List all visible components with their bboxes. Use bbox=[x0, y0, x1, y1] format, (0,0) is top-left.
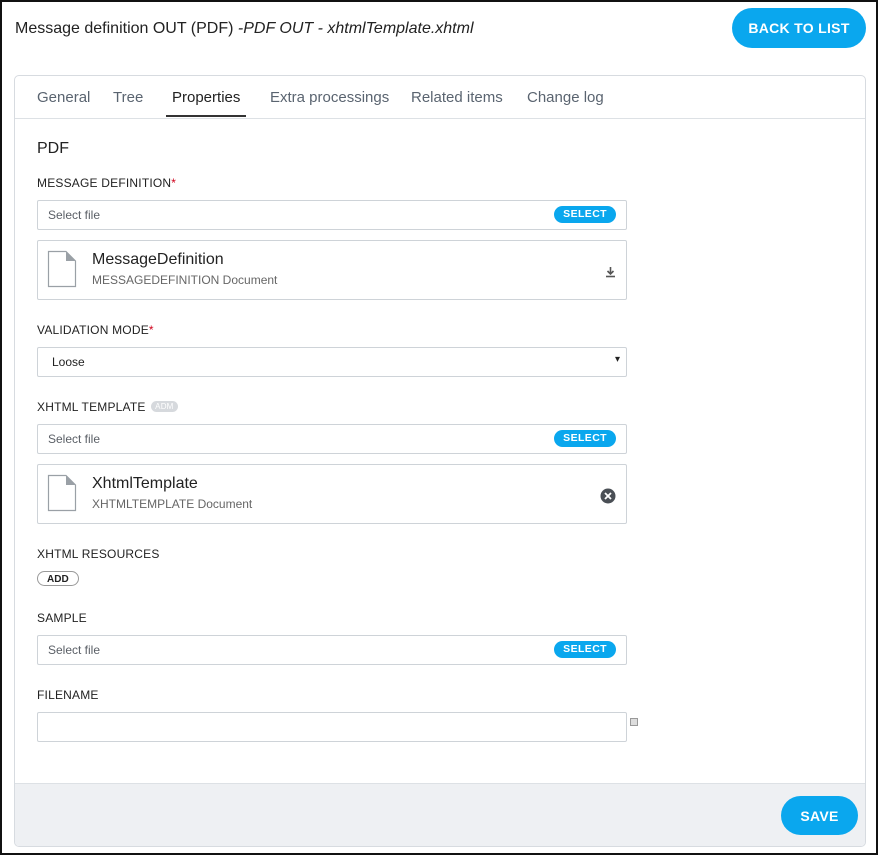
document-icon bbox=[47, 250, 77, 293]
remove-icon[interactable] bbox=[600, 488, 616, 509]
save-button[interactable]: SAVE bbox=[781, 796, 858, 835]
xhtml-resources-label: XHTML RESOURCES bbox=[37, 547, 160, 561]
message-definition-file-card: MessageDefinition MESSAGEDEFINITION Docu… bbox=[37, 240, 627, 300]
add-resource-button[interactable]: ADD bbox=[37, 571, 79, 586]
validation-mode-select[interactable]: Loose ▾ bbox=[37, 347, 627, 377]
xhtml-template-label: XHTML TEMPLATE ADM bbox=[37, 400, 178, 414]
file-name: XhtmlTemplate bbox=[92, 475, 198, 492]
adm-badge: ADM bbox=[151, 401, 178, 412]
back-to-list-button[interactable]: BACK TO LIST bbox=[732, 8, 866, 48]
active-tab-indicator bbox=[166, 115, 246, 117]
file-name: MessageDefinition bbox=[92, 251, 224, 268]
message-definition-label: MESSAGE DEFINITION* bbox=[37, 176, 177, 190]
sample-file-input[interactable]: Select file SELECT bbox=[37, 635, 627, 665]
sample-label: SAMPLE bbox=[37, 611, 87, 625]
file-input-placeholder: Select file bbox=[48, 432, 101, 446]
chevron-down-icon: ▾ bbox=[614, 354, 620, 365]
message-definition-select-button[interactable]: SELECT bbox=[554, 206, 616, 223]
xhtml-template-file-card: XhtmlTemplate XHTMLTEMPLATE Document bbox=[37, 464, 627, 524]
message-definition-file-input[interactable]: Select file SELECT bbox=[37, 200, 627, 230]
tab-properties[interactable]: Properties bbox=[172, 89, 240, 106]
required-mark: * bbox=[171, 176, 177, 190]
file-input-placeholder: Select file bbox=[48, 208, 101, 222]
filename-label: FILENAME bbox=[37, 688, 99, 702]
section-title: PDF bbox=[37, 140, 69, 157]
xhtml-template-select-button[interactable]: SELECT bbox=[554, 430, 616, 447]
filename-input[interactable] bbox=[37, 712, 627, 742]
tab-related-items[interactable]: Related items bbox=[411, 89, 503, 106]
field-helper-icon[interactable] bbox=[630, 718, 638, 726]
tab-extra-processings[interactable]: Extra processings bbox=[270, 89, 389, 106]
page-header: Message definition OUT (PDF) -PDF OUT - … bbox=[2, 2, 876, 64]
tab-bar: General Tree Properties Extra processing… bbox=[15, 76, 865, 119]
tab-change-log[interactable]: Change log bbox=[527, 89, 604, 106]
download-icon[interactable] bbox=[605, 265, 616, 283]
page-title-subtitle: -PDF OUT - xhtmlTemplate.xhtml bbox=[237, 20, 474, 37]
sample-select-button[interactable]: SELECT bbox=[554, 641, 616, 658]
form-footer: SAVE bbox=[15, 783, 865, 846]
tab-tree[interactable]: Tree bbox=[113, 89, 143, 106]
page-title: Message definition OUT (PDF) -PDF OUT - … bbox=[15, 20, 474, 38]
file-type: XHTMLTEMPLATE Document bbox=[92, 497, 253, 511]
validation-mode-label: VALIDATION MODE* bbox=[37, 323, 154, 337]
tab-general[interactable]: General bbox=[37, 89, 90, 106]
file-input-placeholder: Select file bbox=[48, 643, 101, 657]
page-title-main: Message definition OUT (PDF) bbox=[15, 20, 234, 37]
app-window: Message definition OUT (PDF) -PDF OUT - … bbox=[0, 0, 878, 855]
form-panel: General Tree Properties Extra processing… bbox=[14, 75, 866, 847]
file-type: MESSAGEDEFINITION Document bbox=[92, 273, 278, 287]
required-mark: * bbox=[148, 323, 154, 337]
xhtml-template-file-input[interactable]: Select file SELECT bbox=[37, 424, 627, 454]
document-icon bbox=[47, 474, 77, 517]
validation-mode-value: Loose bbox=[52, 355, 85, 369]
